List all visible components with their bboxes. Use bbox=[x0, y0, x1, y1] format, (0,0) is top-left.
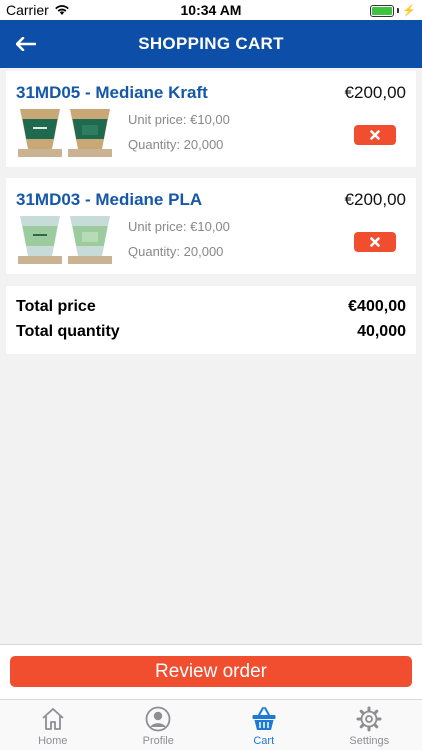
page-title: SHOPPING CART bbox=[138, 34, 284, 53]
item-quantity: Quantity: 20,000 bbox=[128, 137, 224, 152]
review-order-area: Review order bbox=[0, 644, 422, 699]
nav-bar: SHOPPING CART bbox=[0, 20, 422, 68]
total-price-value: €400,00 bbox=[348, 298, 406, 315]
clock: 10:34 AM bbox=[180, 2, 242, 18]
close-icon bbox=[370, 237, 380, 247]
close-icon bbox=[370, 130, 380, 140]
total-quantity-label: Total quantity bbox=[16, 323, 120, 340]
profile-icon bbox=[145, 706, 171, 732]
item-price: €200,00 bbox=[344, 190, 406, 209]
unit-price: Unit price: €10,00 bbox=[128, 219, 230, 234]
review-order-button[interactable]: Review order bbox=[10, 656, 412, 687]
pla-cup-front-image bbox=[18, 216, 62, 264]
kraft-cup-front-image bbox=[18, 109, 62, 157]
tab-label: Home bbox=[38, 735, 68, 747]
status-bar: Carrier 10:34 AM ⚡ bbox=[0, 0, 422, 20]
kraft-cup-back-image bbox=[68, 109, 112, 157]
remove-item-button[interactable] bbox=[354, 232, 396, 252]
gear-icon bbox=[356, 706, 382, 732]
tab-home[interactable]: Home bbox=[0, 700, 106, 750]
total-price-label: Total price bbox=[16, 298, 96, 315]
tab-profile[interactable]: Profile bbox=[106, 700, 212, 750]
unit-price: Unit price: €10,00 bbox=[128, 112, 230, 127]
total-quantity-value: 40,000 bbox=[357, 323, 406, 340]
remove-item-button[interactable] bbox=[354, 125, 396, 145]
tab-bar: Home Profile Cart Settings bbox=[0, 699, 422, 750]
tab-cart[interactable]: Cart bbox=[211, 700, 317, 750]
tab-label: Settings bbox=[349, 735, 390, 747]
pla-cup-back-image bbox=[68, 216, 112, 264]
product-images bbox=[18, 214, 114, 266]
cart-item: 31MD05 - Mediane Kraft €200,00 Unit pric… bbox=[6, 71, 416, 167]
total-quantity-row: Total quantity 40,000 bbox=[16, 323, 406, 341]
home-icon bbox=[42, 708, 64, 730]
item-title[interactable]: 31MD05 - Mediane Kraft bbox=[16, 83, 208, 103]
item-price: €200,00 bbox=[344, 83, 406, 102]
tab-settings[interactable]: Settings bbox=[317, 700, 422, 750]
product-images bbox=[18, 107, 114, 159]
item-quantity: Quantity: 20,000 bbox=[128, 244, 224, 259]
battery-icon bbox=[370, 4, 395, 17]
battery-indicator: ⚡ bbox=[370, 4, 416, 17]
tab-label: Profile bbox=[142, 735, 174, 747]
total-price-row: Total price €400,00 bbox=[16, 298, 406, 316]
charging-icon: ⚡ bbox=[402, 5, 416, 17]
basket-icon bbox=[252, 707, 276, 730]
item-title[interactable]: 31MD03 - Mediane PLA bbox=[16, 190, 202, 210]
order-summary: Total price €400,00 Total quantity 40,00… bbox=[6, 286, 416, 354]
cart-item: 31MD03 - Mediane PLA €200,00 Unit price:… bbox=[6, 178, 416, 274]
tab-label: Cart bbox=[253, 735, 275, 747]
